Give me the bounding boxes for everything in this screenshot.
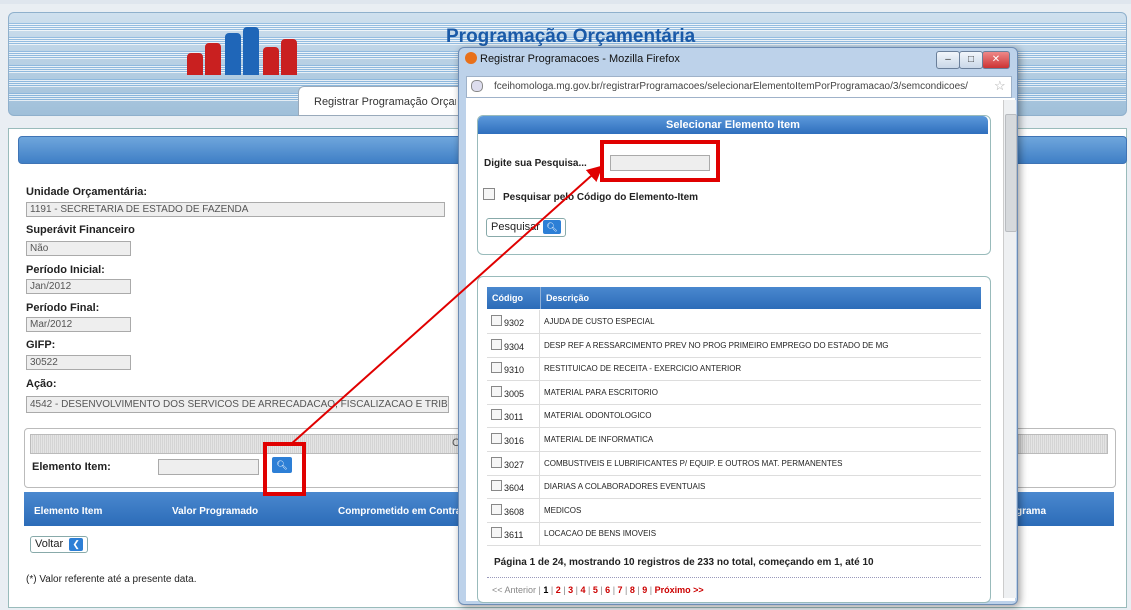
annotation-arrow [289,165,603,446]
